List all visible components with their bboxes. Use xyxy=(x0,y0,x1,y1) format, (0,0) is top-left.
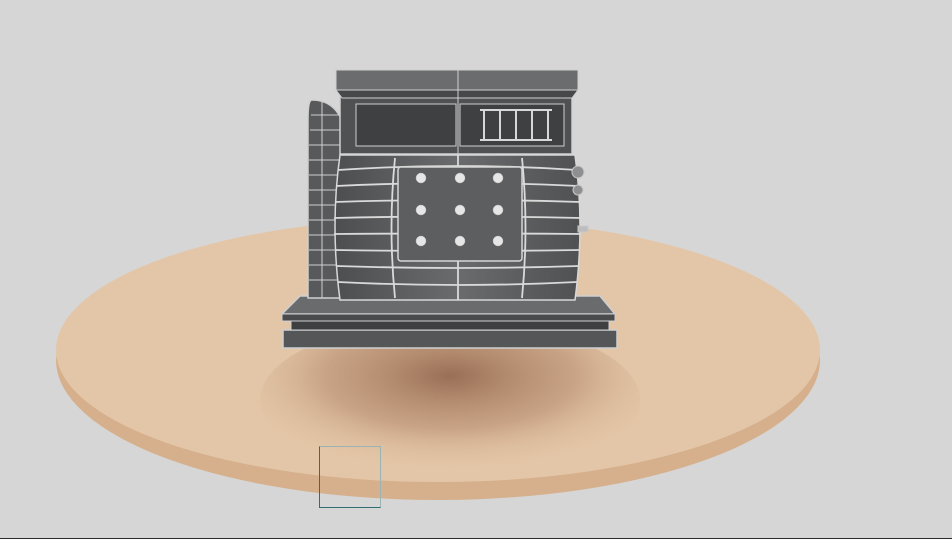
cash-register-model xyxy=(280,69,618,349)
scene-render xyxy=(56,69,820,500)
render-viewport xyxy=(0,0,952,539)
render-region-box[interactable] xyxy=(319,446,381,508)
